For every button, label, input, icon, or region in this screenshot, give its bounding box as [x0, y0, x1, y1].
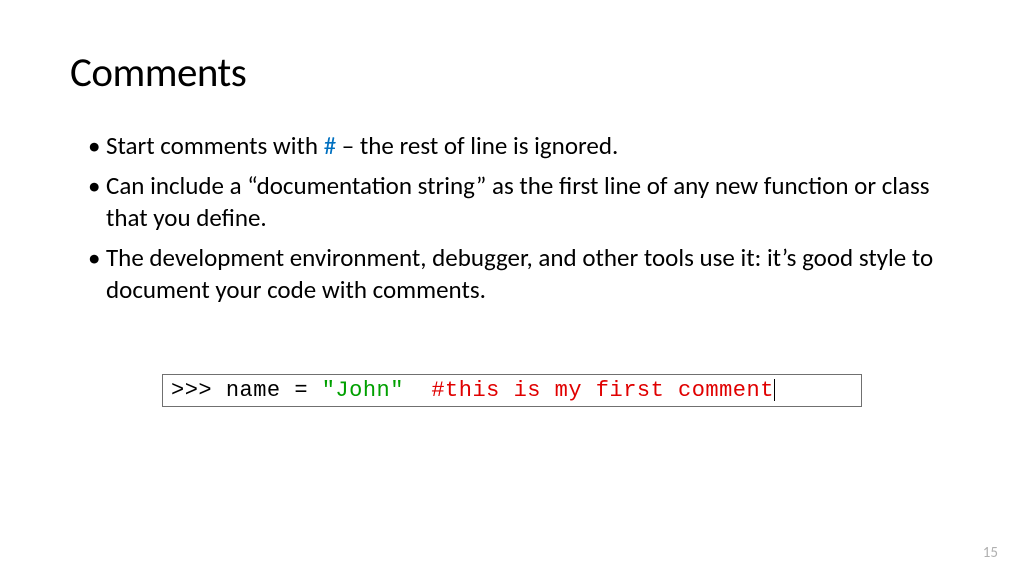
bullet-1: Start comments with # – the rest of line… [88, 130, 954, 162]
code-prompt: >>> [171, 378, 226, 403]
code-assign: name = [226, 378, 322, 403]
bullet-1-pre: Start comments with [106, 130, 324, 161]
code-comment: #this is my first comment [431, 378, 774, 403]
bullet-3: The development environment, debugger, a… [88, 242, 954, 306]
slide: Comments Start comments with # – the res… [0, 0, 1024, 576]
page-number: 15 [983, 544, 998, 562]
slide-title: Comments [70, 48, 954, 98]
hash-symbol: # [324, 130, 336, 161]
text-cursor-icon [774, 379, 775, 401]
bullet-1-post: – the rest of line is ignored. [336, 130, 618, 161]
code-example: >>> name = "John" #this is my first comm… [162, 374, 862, 407]
code-gap [404, 378, 431, 403]
bullet-2: Can include a “documentation string” as … [88, 170, 954, 234]
bullet-list: Start comments with # – the rest of line… [70, 130, 954, 306]
code-string: "John" [322, 378, 404, 403]
